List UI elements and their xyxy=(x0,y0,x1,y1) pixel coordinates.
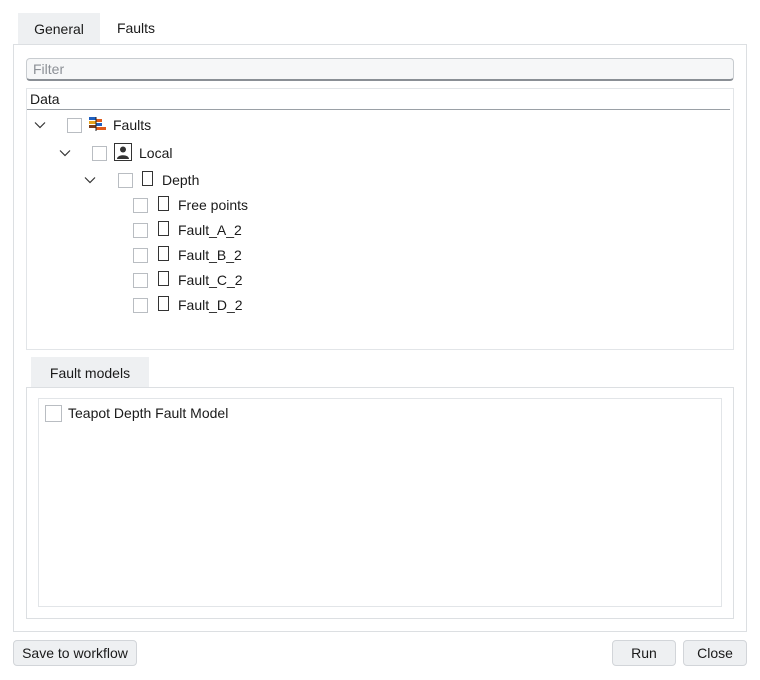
tree-item-free-points[interactable]: Free points xyxy=(133,194,248,216)
chevron-down-icon[interactable] xyxy=(33,118,47,132)
tree-item-label: Fault_B_2 xyxy=(178,247,242,263)
tree-item-label: Fault_D_2 xyxy=(178,297,243,313)
fault-model-item[interactable]: Teapot Depth Fault Model xyxy=(45,402,228,424)
tree-checkbox[interactable] xyxy=(133,297,148,313)
fault-model-label: Teapot Depth Fault Model xyxy=(68,405,229,421)
tree-item-label: Free points xyxy=(178,197,249,213)
tree-checkbox-faults[interactable] xyxy=(67,117,82,133)
tree-item-fault-d-2[interactable]: Fault_D_2 xyxy=(133,294,243,316)
tree-checkbox-depth[interactable] xyxy=(118,172,133,188)
tree-checkbox-local[interactable] xyxy=(92,145,107,161)
item-icon xyxy=(158,196,169,214)
item-icon xyxy=(158,246,169,264)
faults-icon xyxy=(89,116,107,135)
run-button[interactable]: Run xyxy=(612,640,676,666)
filter-field[interactable] xyxy=(26,58,734,81)
tree-checkbox[interactable] xyxy=(133,197,148,213)
local-folder-icon xyxy=(114,142,132,164)
tab-faults[interactable]: Faults xyxy=(103,13,169,43)
item-icon xyxy=(158,296,169,314)
tree-item-depth[interactable]: Depth xyxy=(83,169,199,191)
tree-checkbox[interactable] xyxy=(133,222,148,238)
folder-icon xyxy=(142,171,153,189)
tree-item-label: Depth xyxy=(162,172,200,188)
tree-item-label: Local xyxy=(139,145,173,161)
tree-item-local[interactable]: Local xyxy=(58,142,172,164)
item-icon xyxy=(158,271,169,289)
fault-model-checkbox[interactable] xyxy=(45,404,62,422)
tree-item-faults[interactable]: Faults xyxy=(33,114,151,136)
tree-checkbox[interactable] xyxy=(133,272,148,288)
tree-item-fault-b-2[interactable]: Fault_B_2 xyxy=(133,244,242,266)
item-icon xyxy=(158,221,169,239)
tab-general[interactable]: General xyxy=(18,13,100,45)
tree-item-label: Fault_A_2 xyxy=(178,222,242,238)
filter-input[interactable] xyxy=(27,59,723,79)
tree-checkbox[interactable] xyxy=(133,247,148,263)
chevron-down-icon[interactable] xyxy=(58,146,72,160)
tree-item-fault-a-2[interactable]: Fault_A_2 xyxy=(133,219,242,241)
data-tree: Data Faults Local Depth Free points Faul… xyxy=(26,88,734,350)
tree-item-fault-c-2[interactable]: Fault_C_2 xyxy=(133,269,243,291)
chevron-down-icon[interactable] xyxy=(83,173,97,187)
tree-column-header[interactable]: Data xyxy=(27,89,730,110)
close-button[interactable]: Close xyxy=(683,640,747,666)
save-to-workflow-button[interactable]: Save to workflow xyxy=(13,640,137,666)
tree-item-label: Fault_C_2 xyxy=(178,272,243,288)
tree-item-label: Faults xyxy=(113,117,152,133)
tab-fault-models[interactable]: Fault models xyxy=(31,357,149,389)
fault-models-list xyxy=(38,398,722,607)
